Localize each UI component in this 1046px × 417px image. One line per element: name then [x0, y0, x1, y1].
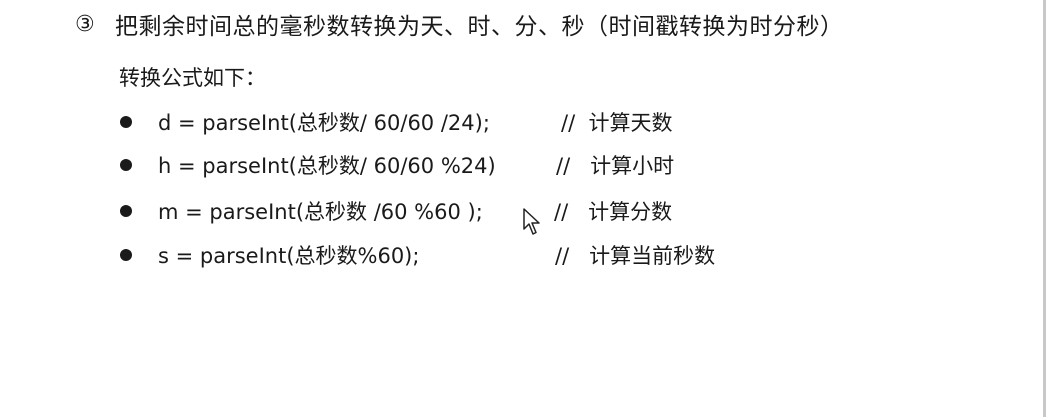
circled-number: ③ [75, 11, 95, 37]
bullet-dot-icon [120, 116, 132, 128]
bullet-dot-icon [120, 159, 132, 171]
formula-code: h = parseInt(总秒数/ 60/60 %24) [158, 154, 496, 178]
formula-item-hours: h = parseInt(总秒数/ 60/60 %24) // 计算小时 [120, 148, 674, 182]
formula-comment: // 计算当前秒数 [555, 244, 716, 268]
formula-comment: // 计算分数 [554, 200, 673, 224]
formula-code: d = parseInt(总秒数/ 60/60 /24); [158, 111, 490, 135]
bullet-dot-icon [120, 205, 132, 217]
heading-text: 把剩余时间总的毫秒数转换为天、时、分、秒（时间戳转换为时分秒） [115, 14, 844, 40]
bullet-dot-icon [120, 249, 132, 261]
mouse-pointer-icon [523, 208, 540, 235]
formula-item-seconds: s = parseInt(总秒数%60); // 计算当前秒数 [120, 238, 715, 272]
formula-item-days: d = parseInt(总秒数/ 60/60 /24); // 计算天数 [120, 105, 673, 139]
intro-text: 转换公式如下： [119, 66, 266, 90]
formula-comment: // 计算小时 [556, 154, 675, 178]
formula-comment: // 计算天数 [561, 111, 673, 135]
formula-code: m = parseInt(总秒数 /60 %60 ); [158, 200, 483, 224]
section-heading: ③ 把剩余时间总的毫秒数转换为天、时、分、秒（时间戳转换为时分秒） [75, 6, 844, 42]
formula-code: s = parseInt(总秒数%60); [158, 244, 420, 268]
formula-item-minutes: m = parseInt(总秒数 /60 %60 ); // 计算分数 [120, 194, 672, 228]
